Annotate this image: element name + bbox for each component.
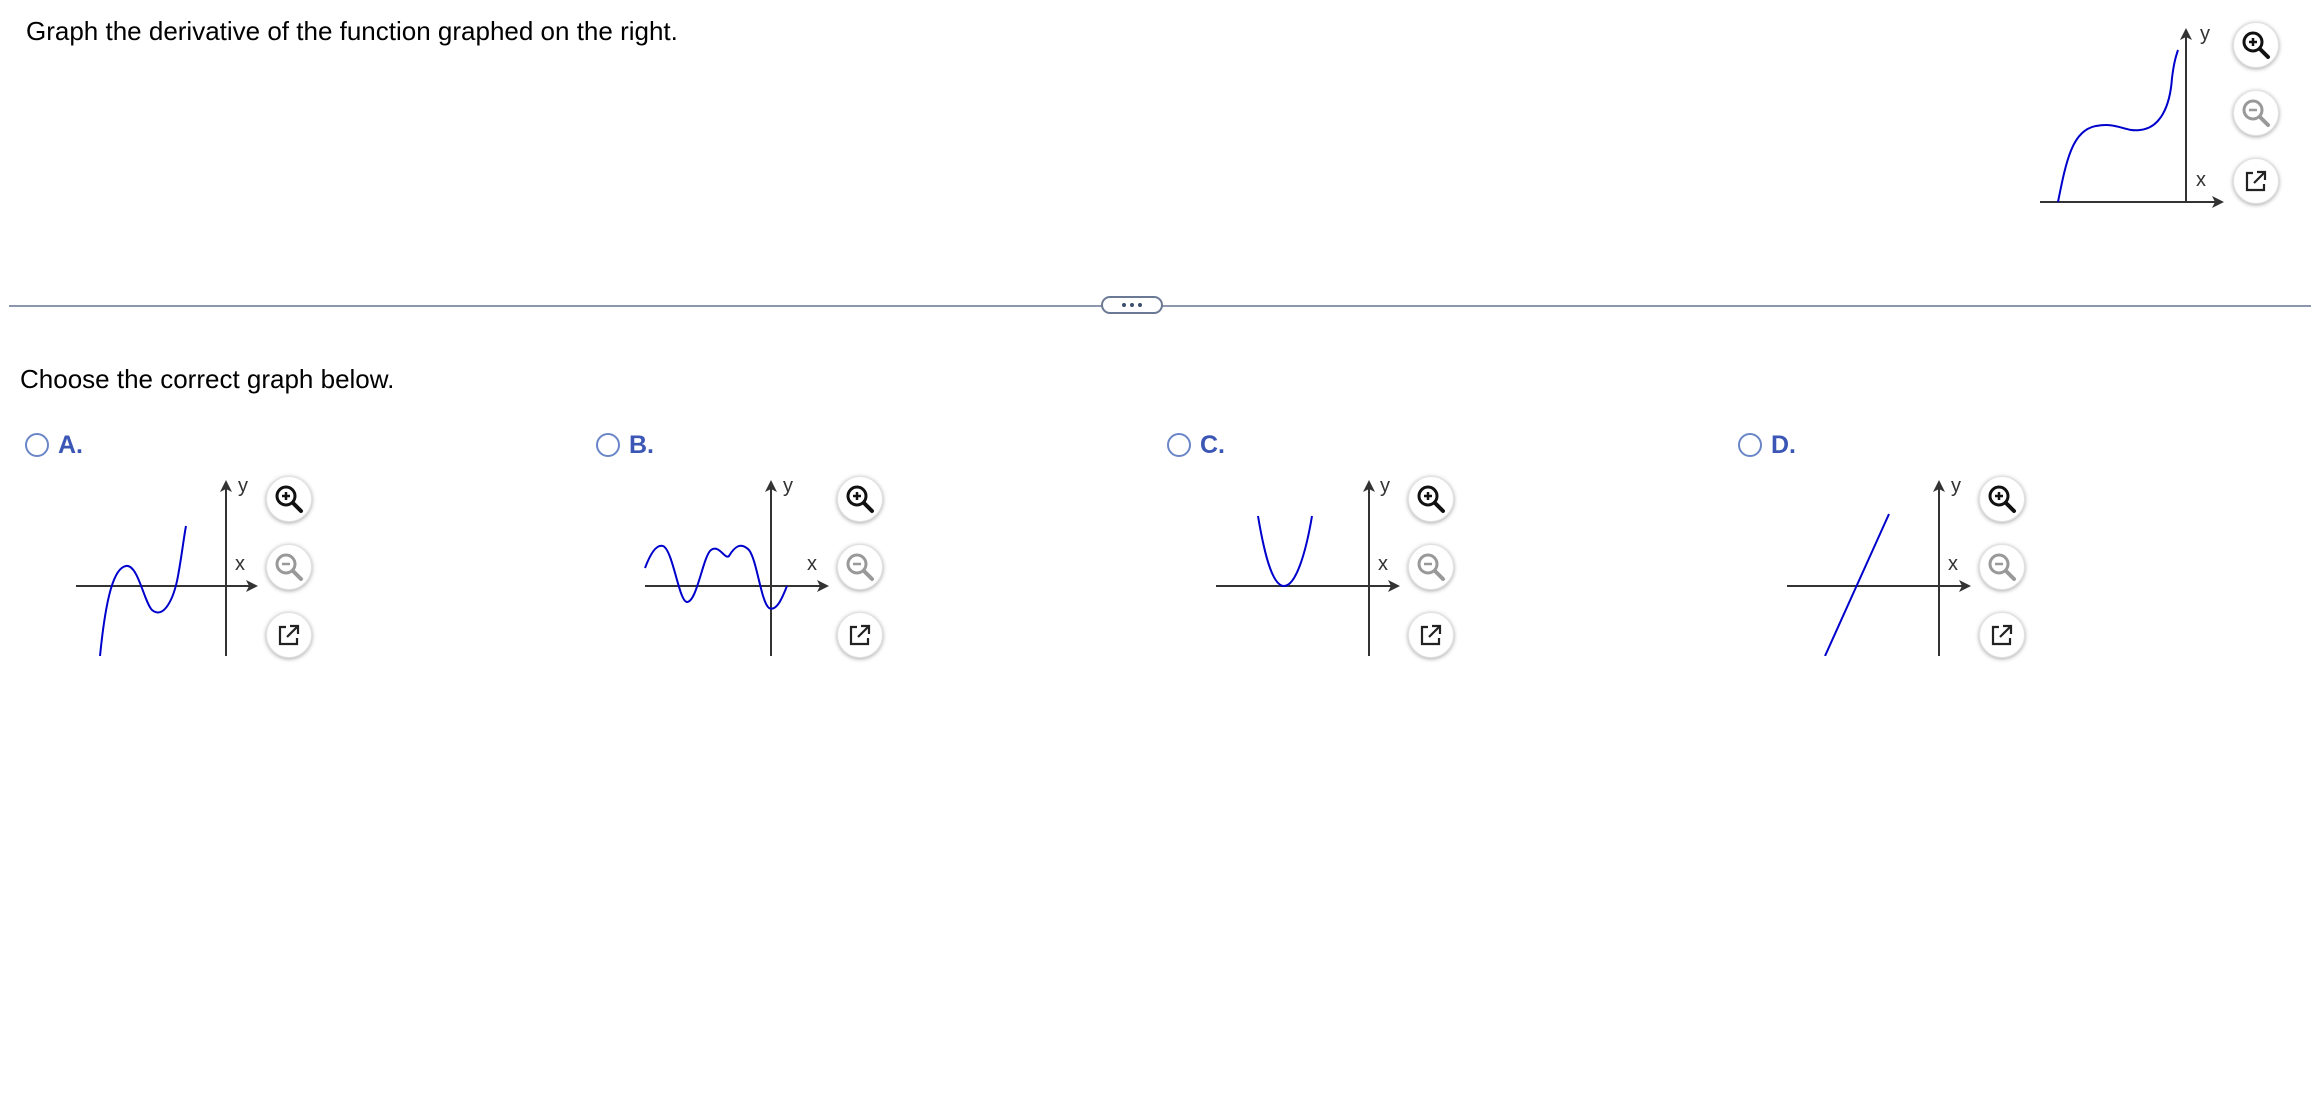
choice-d-letter[interactable]: D. xyxy=(1771,430,1796,460)
zoom-out-icon xyxy=(2242,99,2270,127)
choice-d-zoom-out-button[interactable] xyxy=(1979,544,2025,590)
question-text: Graph the derivative of the function gra… xyxy=(26,16,678,46)
choice-b-zoom-in-button[interactable] xyxy=(837,476,883,522)
choice-a-y-label: y xyxy=(238,475,248,497)
zoom-in-icon xyxy=(846,485,874,513)
choice-c-zoom-out-button[interactable] xyxy=(1408,544,1454,590)
choice-d: D. y x xyxy=(1733,428,2213,668)
choice-c-radio[interactable] xyxy=(1167,433,1191,457)
zoom-in-icon xyxy=(1988,485,2016,513)
prompt-text: Choose the correct graph below. xyxy=(20,364,395,394)
given-y-label: y xyxy=(2200,23,2210,45)
choice-c-x-label: x xyxy=(1378,553,1388,575)
ellipsis-icon xyxy=(1130,303,1134,307)
ellipsis-icon xyxy=(1138,303,1142,307)
given-popout-button[interactable] xyxy=(2233,158,2279,204)
given-graph-svg xyxy=(2040,28,2224,208)
choice-b-zoom-out-button[interactable] xyxy=(837,544,883,590)
popout-icon xyxy=(1991,624,2013,646)
choice-c-letter[interactable]: C. xyxy=(1200,430,1225,460)
choice-d-graph: y x xyxy=(1783,476,1983,656)
choice-c-zoom-in-button[interactable] xyxy=(1408,476,1454,522)
zoom-out-icon xyxy=(846,553,874,581)
choice-a-x-label: x xyxy=(235,553,245,575)
choice-a-popout-button[interactable] xyxy=(266,612,312,658)
choice-a-curve xyxy=(99,525,187,656)
choice-b-graph: y x xyxy=(641,476,841,656)
zoom-out-icon xyxy=(1417,553,1445,581)
choice-a-zoom-in-button[interactable] xyxy=(266,476,312,522)
choice-b-popout-button[interactable] xyxy=(837,612,883,658)
popout-icon xyxy=(849,624,871,646)
choice-c-popout-button[interactable] xyxy=(1408,612,1454,658)
choice-d-zoom-in-button[interactable] xyxy=(1979,476,2025,522)
choice-a-letter[interactable]: A. xyxy=(58,430,83,460)
zoom-out-icon xyxy=(1988,553,2016,581)
popout-icon xyxy=(1420,624,1442,646)
choice-b-y-label: y xyxy=(783,475,793,497)
zoom-in-icon xyxy=(275,485,303,513)
choice-c-curve xyxy=(1257,515,1313,588)
popout-icon xyxy=(278,624,300,646)
choice-c: C. y x xyxy=(1162,428,1642,668)
divider-handle[interactable] xyxy=(1101,296,1163,314)
choice-d-radio[interactable] xyxy=(1738,433,1762,457)
question-page: Graph the derivative of the function gra… xyxy=(0,0,2320,1116)
given-curve xyxy=(2057,49,2179,203)
given-function-graph: y x xyxy=(2036,22,2236,212)
choice-a-zoom-out-button[interactable] xyxy=(266,544,312,590)
choice-d-popout-button[interactable] xyxy=(1979,612,2025,658)
choice-b-letter[interactable]: B. xyxy=(629,430,654,460)
choice-d-y-label: y xyxy=(1951,475,1961,497)
given-zoom-out-button[interactable] xyxy=(2233,90,2279,136)
zoom-in-icon xyxy=(1417,485,1445,513)
choice-b-radio[interactable] xyxy=(596,433,620,457)
choice-a: A. y x xyxy=(20,428,500,668)
choice-c-y-label: y xyxy=(1380,475,1390,497)
choice-a-graph: y x xyxy=(70,476,270,656)
choice-c-graph: y x xyxy=(1212,476,1412,656)
popout-icon xyxy=(2245,170,2267,192)
ellipsis-icon xyxy=(1122,303,1126,307)
choice-b: B. y x xyxy=(591,428,1071,668)
choice-b-curve xyxy=(644,544,788,610)
choice-b-x-label: x xyxy=(807,553,817,575)
given-x-label: x xyxy=(2196,169,2206,191)
zoom-in-icon xyxy=(2242,31,2270,59)
given-zoom-in-button[interactable] xyxy=(2233,22,2279,68)
zoom-out-icon xyxy=(275,553,303,581)
choice-d-x-label: x xyxy=(1948,553,1958,575)
choice-a-radio[interactable] xyxy=(25,433,49,457)
